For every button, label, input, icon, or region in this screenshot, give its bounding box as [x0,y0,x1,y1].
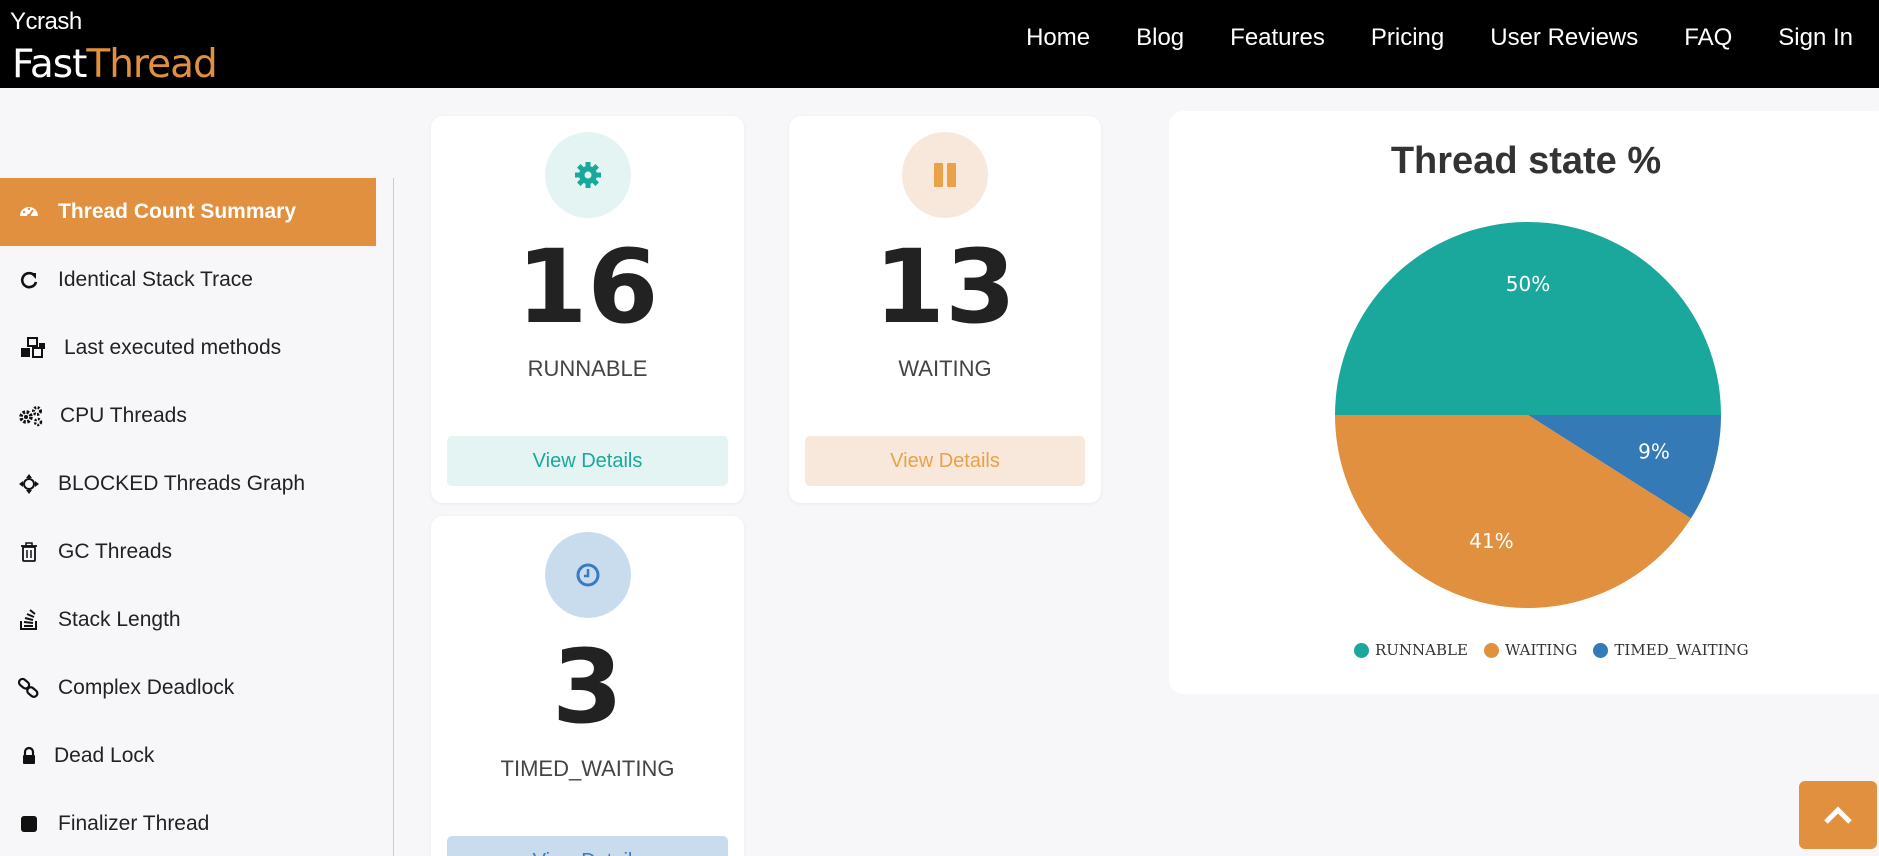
stack-icon [18,609,40,631]
legend-dot [1593,642,1609,658]
lock-icon [18,745,40,767]
legend-label: TIMED_WAITING [1614,641,1749,659]
pie-label-runnable: 50% [1506,272,1550,296]
clock-icon [544,532,631,618]
thread-state-pie-chart: 50% 9% 41% [1335,222,1721,608]
nav-user-reviews[interactable]: User Reviews [1490,24,1638,52]
brand-small-text: crash [25,8,83,35]
legend-label: RUNNABLE [1375,641,1468,659]
timed-waiting-count: 3 [552,628,623,747]
pie-slice-runnable[interactable] [1335,222,1721,415]
dashboard-icon [18,201,40,223]
sidebar-item-dead-lock[interactable]: Dead Lock [0,722,376,790]
legend-label: WAITING [1504,641,1578,659]
runnable-view-details-button[interactable]: View Details [447,436,728,486]
runnable-count: 16 [516,228,659,347]
legend-dot [1483,642,1499,658]
link-icon [18,677,40,699]
fastthread-logo[interactable]: FastThread [12,42,218,87]
waiting-view-details-button[interactable]: View Details [805,436,1085,486]
timed-waiting-label: TIMED_WAITING [500,756,675,781]
sidebar-label: Identical Stack Trace [58,268,253,291]
sidebar-item-finalizer-thread[interactable]: Finalizer Thread [0,790,376,856]
gear-icon [544,132,631,218]
runnable-card: 16 RUNNABLE View Details [431,116,744,503]
brand-thread: Thread [86,42,217,87]
pie-label-waiting: 41% [1469,529,1513,553]
runnable-label: RUNNABLE [527,356,648,381]
sidebar-item-last-executed-methods[interactable]: Last executed methods [0,314,376,382]
timed-waiting-card: 3 TIMED_WAITING View Details [431,516,744,856]
sidebar-label: BLOCKED Threads Graph [58,472,306,495]
sidebar: Thread Count Summary Identical Stack Tra… [0,178,376,856]
sidebar-item-thread-count-summary[interactable]: Thread Count Summary [0,178,376,246]
brand-fast: Fast [12,42,87,87]
legend-item-waiting[interactable]: WAITING [1483,641,1578,659]
sidebar-label: Thread Count Summary [58,200,297,223]
sidebar-label: GC Threads [58,540,172,563]
sidebar-item-blocked-threads-graph[interactable]: BLOCKED Threads Graph [0,450,376,518]
chevron-up-icon [1824,806,1852,824]
legend-item-timed-waiting[interactable]: TIMED_WAITING [1593,641,1749,659]
cubes-icon [18,337,48,359]
gears-icon [18,405,44,427]
nav-blog[interactable]: Blog [1136,24,1184,52]
nav-sign-in[interactable]: Sign In [1778,24,1853,52]
nav-features[interactable]: Features [1230,24,1325,52]
sidebar-divider [393,178,394,856]
ycrash-y-mark: Y [10,8,26,35]
waiting-count: 13 [874,228,1016,347]
scroll-to-top-button[interactable] [1799,781,1877,849]
legend-item-runnable[interactable]: RUNNABLE [1354,641,1468,659]
timed-waiting-view-details-button[interactable]: View Details [447,836,728,856]
sidebar-label: Dead Lock [54,744,155,767]
nav-faq[interactable]: FAQ [1684,24,1732,52]
sidebar-item-cpu-threads[interactable]: CPU Threads [0,382,376,450]
sidebar-label: Stack Length [58,608,181,631]
waiting-card: 13 WAITING View Details [789,116,1101,503]
top-navbar: Ycrash FastThread Home Blog Features Pri… [0,0,1879,88]
sidebar-label: Finalizer Thread [58,812,210,835]
sidebar-item-stack-length[interactable]: Stack Length [0,586,376,654]
waiting-label: WAITING [898,356,992,381]
sidebar-label: Complex Deadlock [58,676,235,699]
sidebar-label: CPU Threads [60,404,187,427]
nav-pricing[interactable]: Pricing [1371,24,1444,52]
square-icon [18,813,40,835]
main-nav: Home Blog Features Pricing User Reviews … [980,24,1853,52]
sidebar-item-complex-deadlock[interactable]: Complex Deadlock [0,654,376,722]
ycrash-logo[interactable]: Ycrash [10,8,82,36]
sidebar-item-gc-threads[interactable]: GC Threads [0,518,376,586]
sidebar-item-identical-stack-trace[interactable]: Identical Stack Trace [0,246,376,314]
nav-home[interactable]: Home [1026,24,1090,52]
chart-legend: RUNNABLE WAITING TIMED_WAITING [1354,641,1765,659]
pause-icon [902,132,988,218]
refresh-icon [18,269,40,291]
pie-label-timed-waiting: 9% [1638,440,1670,464]
legend-dot [1354,642,1369,658]
trash-icon [18,541,40,563]
sidebar-label: Last executed methods [64,336,282,359]
chart-title: Thread state % [1390,140,1662,182]
crosshair-icon [18,473,40,495]
